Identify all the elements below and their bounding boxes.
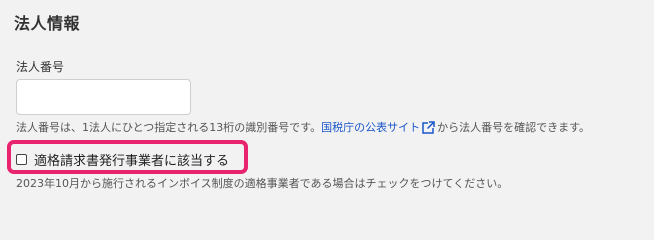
corporate-number-label: 法人番号 [16, 60, 65, 74]
nta-link-text: 国税庁の公表サイト [321, 121, 421, 134]
corporate-number-help: 法人番号は、1法人にひとつ指定される13桁の識別番号です。 国税庁の公表サイト … [16, 119, 590, 135]
nta-publication-site-link[interactable]: 国税庁の公表サイト [321, 119, 420, 135]
external-link-icon[interactable] [422, 120, 436, 134]
invoice-issuer-checkbox[interactable] [16, 154, 27, 165]
corporate-number-help-prefix: 法人番号は、1法人にひとつ指定される13桁の識別番号です。 [16, 121, 322, 134]
corporate-number-input[interactable] [16, 79, 191, 115]
invoice-issuer-label[interactable]: 適格請求書発行事業者に該当する [34, 150, 229, 169]
corporate-number-help-suffix: から法人番号を確認できます。 [437, 121, 591, 134]
invoice-issuer-help: 2023年10月から施行されるインボイス制度の適格事業者である場合はチェックをつ… [16, 177, 509, 190]
section-title: 法人情報 [14, 14, 81, 33]
invoice-issuer-checkbox-row[interactable]: 適格請求書発行事業者に該当する [16, 150, 229, 169]
